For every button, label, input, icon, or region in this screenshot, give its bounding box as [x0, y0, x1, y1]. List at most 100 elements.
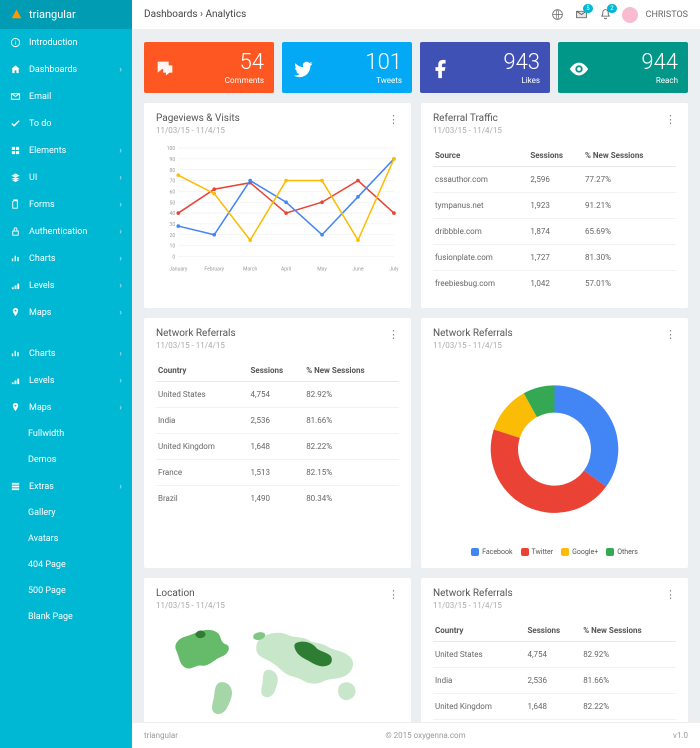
- donut-legend: FacebookTwitterGoogle+Others: [433, 548, 676, 556]
- more-icon[interactable]: ⋮: [665, 328, 676, 341]
- sidebar-item-maps[interactable]: Maps ›: [0, 394, 132, 421]
- th-sessions: Sessions: [528, 143, 583, 167]
- twitter-icon: [292, 58, 314, 80]
- card-referral-traffic: Referral Traffic11/03/15 - 11/4/15⋮ Sour…: [421, 103, 688, 308]
- svg-text:40: 40: [170, 211, 176, 217]
- stat-comments[interactable]: 54Comments: [144, 42, 274, 93]
- chevron-right-icon: ›: [119, 349, 122, 359]
- card-title: Location: [156, 588, 225, 599]
- sidebar-item-to do[interactable]: To do: [0, 110, 132, 137]
- more-icon[interactable]: ⋮: [665, 113, 676, 126]
- sidebar-item-dashboards[interactable]: Dashboards ›: [0, 56, 132, 83]
- chart-icon: [10, 253, 21, 264]
- table-row: India2,53681.66%: [433, 668, 676, 694]
- sidebar-item-label: Levels: [29, 376, 111, 386]
- sidebar-sub-fullwidth[interactable]: Fullwidth: [0, 421, 132, 447]
- home-icon: [10, 64, 21, 75]
- card-subtitle: 11/03/15 - 11/4/15: [433, 601, 513, 610]
- sidebar-item-label: To do: [29, 119, 122, 129]
- stat-likes[interactable]: 943Likes: [420, 42, 550, 93]
- table-row: United States4,75482.92%: [433, 642, 676, 668]
- more-icon[interactable]: ⋮: [388, 328, 399, 341]
- sidebar-item-elements[interactable]: Elements ›: [0, 137, 132, 164]
- th-country: Country: [433, 618, 525, 642]
- sidebar-sub-demos[interactable]: Demos: [0, 447, 132, 473]
- stat-row: 54Comments 101Tweets 943Likes 944Reach: [144, 42, 688, 93]
- sidebar-item-label: Extras: [29, 482, 111, 492]
- sidebar-item-label: UI: [29, 173, 111, 183]
- user-name[interactable]: CHRISTOS: [646, 10, 688, 20]
- sidebar-item-levels[interactable]: Levels ›: [0, 367, 132, 394]
- extras-icon: [10, 481, 21, 492]
- sidebar-item-charts[interactable]: Charts ›: [0, 340, 132, 367]
- more-icon[interactable]: ⋮: [665, 588, 676, 601]
- svg-text:May: May: [317, 267, 327, 273]
- card-location: Location11/03/15 - 11/4/15⋮: [144, 578, 411, 722]
- sidebar-item-label: Forms: [29, 200, 111, 210]
- table-countries: Country Sessions % New Sessions United S…: [156, 358, 399, 511]
- chevron-right-icon: ›: [119, 482, 122, 492]
- card-network-donut: Network Referrals11/03/15 - 11/4/15⋮ Fac…: [421, 318, 688, 568]
- card-network-countries-2: Network Referrals 11/03/15 - 11/4/15 ⋮ Cou…: [421, 578, 688, 722]
- stat-value: 944: [641, 52, 678, 74]
- card-title: Network Referrals: [156, 328, 236, 339]
- sidebar-item-charts[interactable]: Charts ›: [0, 245, 132, 272]
- sidebar-item-maps[interactable]: Maps ›: [0, 299, 132, 326]
- sidebar-item-label: Charts: [29, 349, 111, 359]
- chevron-right-icon: ›: [119, 146, 122, 156]
- sidebar-item-levels[interactable]: Levels ›: [0, 272, 132, 299]
- sidebar-item-extras[interactable]: Extras ›: [0, 473, 132, 500]
- svg-text:30: 30: [170, 222, 176, 228]
- card-network-countries: Network Referrals11/03/15 - 11/4/15⋮ Cou…: [144, 318, 411, 568]
- sidebar-item-forms[interactable]: Forms ›: [0, 191, 132, 218]
- donut-chart: [433, 358, 676, 540]
- levels-icon: [10, 375, 21, 386]
- svg-text:March: March: [243, 267, 257, 273]
- stat-label: Tweets: [365, 76, 402, 85]
- stat-tweets[interactable]: 101Tweets: [282, 42, 412, 93]
- sidebar-sub-avatars[interactable]: Avatars: [0, 526, 132, 552]
- table-row: France1,51382.15%: [156, 460, 399, 486]
- chevron-right-icon: ›: [119, 403, 122, 413]
- sidebar-item-ui[interactable]: UI ›: [0, 164, 132, 191]
- table-referral: Source Sessions % New Sessions cssauthor…: [433, 143, 676, 296]
- table-row: fusionplate.com1,72781.30%: [433, 245, 676, 271]
- sidebar-sub-404 page[interactable]: 404 Page: [0, 552, 132, 578]
- sidebar-sub-500 page[interactable]: 500 Page: [0, 578, 132, 604]
- sidebar-item-authentication[interactable]: Authentication ›: [0, 218, 132, 245]
- card-title: Network Referrals: [433, 328, 513, 339]
- card-title: Referral Traffic: [433, 113, 502, 124]
- stat-reach[interactable]: 944Reach: [558, 42, 688, 93]
- mail-icon[interactable]: 5: [574, 7, 590, 23]
- brand[interactable]: triangular: [0, 0, 132, 29]
- world-map: [156, 612, 399, 722]
- language-icon[interactable]: [550, 7, 566, 23]
- mail-icon: [10, 91, 21, 102]
- sidebar-sub-gallery[interactable]: Gallery: [0, 500, 132, 526]
- sidebar-item-label: Introduction: [29, 38, 122, 48]
- avatar[interactable]: [622, 7, 638, 23]
- more-icon[interactable]: ⋮: [388, 113, 399, 126]
- sidebar-item-introduction[interactable]: i Introduction: [0, 29, 132, 56]
- card-pageviews: Pageviews & Visits11/03/15 - 11/4/15⋮ 01…: [144, 103, 411, 308]
- stat-value: 54: [225, 52, 264, 74]
- logo-icon: [10, 8, 23, 21]
- clip-icon: [10, 199, 21, 210]
- sidebar-sub-blank page[interactable]: Blank Page: [0, 604, 132, 630]
- footer-right: v1.0: [673, 731, 688, 740]
- chevron-right-icon: ›: [119, 281, 122, 291]
- chart-icon: [10, 348, 21, 359]
- info-icon: i: [10, 37, 21, 48]
- card-title: Network Referrals: [433, 588, 513, 599]
- table-row: tympanus.net1,92391.21%: [433, 193, 676, 219]
- more-icon[interactable]: ⋮: [388, 588, 399, 601]
- svg-text:February: February: [204, 267, 224, 273]
- brand-name: triangular: [29, 8, 76, 21]
- swatch-icon: [471, 548, 479, 556]
- sidebar-item-email[interactable]: Email: [0, 83, 132, 110]
- stat-label: Likes: [503, 76, 540, 85]
- chevron-right-icon: ›: [119, 227, 122, 237]
- bell-icon[interactable]: 2: [598, 7, 614, 23]
- sidebar: triangular i Introduction Dashboards › E…: [0, 0, 132, 748]
- line-chart: 0102030405060708090100JanuaryFebruaryMar…: [156, 143, 399, 275]
